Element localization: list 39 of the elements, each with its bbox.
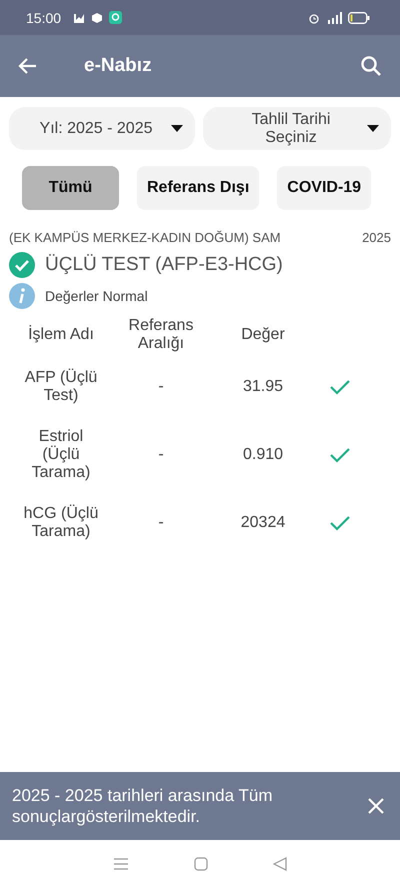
dropdown[interactable]: Yıl: 2025 - 2025 bbox=[9, 107, 195, 150]
table-cell-text: 0.910 bbox=[242, 446, 284, 464]
table-cell-text: Estriol (Üçlü Tarama) bbox=[30, 428, 92, 482]
menu-icon[interactable] bbox=[112, 857, 129, 871]
column-header: İşlem Adı bbox=[27, 326, 95, 344]
home-icon[interactable] bbox=[194, 857, 208, 871]
test-title: ÜÇLÜ TEST (AFP-E3-HCG) bbox=[45, 254, 283, 276]
dropdown[interactable]: Tahlil Tarihi Seçiniz bbox=[203, 107, 391, 150]
filter-tab[interactable]: COVID-19 bbox=[277, 166, 372, 210]
close-icon bbox=[368, 798, 384, 814]
caret-icon bbox=[171, 125, 183, 132]
signal-icon bbox=[326, 12, 342, 24]
table-cell-text: AFP (Üçlü Test) bbox=[24, 369, 98, 405]
back-arrow-icon bbox=[18, 56, 38, 76]
image-icon bbox=[73, 12, 86, 24]
table-cell-text: - bbox=[157, 378, 165, 396]
battery-icon bbox=[348, 12, 370, 24]
filter-tab[interactable]: Tümü bbox=[22, 166, 119, 210]
table-cell-text: 31.95 bbox=[242, 378, 284, 396]
table-cell-text: - bbox=[157, 514, 165, 532]
chat-icon bbox=[109, 11, 122, 24]
column-header: Değer bbox=[240, 326, 286, 344]
status-note: Değerler Normal bbox=[45, 288, 148, 304]
cube-icon bbox=[91, 12, 104, 24]
table-cell-text: - bbox=[157, 446, 165, 464]
app-title: e-Nabız bbox=[84, 55, 152, 77]
table-cell-text: 20324 bbox=[240, 514, 286, 532]
filter-tab[interactable]: Referans Dışı bbox=[137, 166, 260, 210]
column-header: Referans Aralığı bbox=[128, 317, 194, 353]
test-date: 2025 bbox=[362, 230, 391, 245]
alarm-icon bbox=[308, 12, 320, 24]
back-icon[interactable] bbox=[273, 857, 288, 871]
caret-icon bbox=[367, 125, 379, 132]
snackbar-message: 2025 - 2025 tarihleri arasında Tüm sonuçlargösterilmektedir. bbox=[12, 785, 274, 827]
table-cell-text: hCG (Üçlü Tarama) bbox=[22, 505, 100, 541]
status-time: 15:00 bbox=[26, 10, 62, 26]
search-icon bbox=[360, 55, 382, 77]
hospital-name: (EK KAMPÜS MERKEZ-KADIN DOĞUM) SAM bbox=[9, 230, 281, 245]
info-icon bbox=[9, 283, 35, 309]
